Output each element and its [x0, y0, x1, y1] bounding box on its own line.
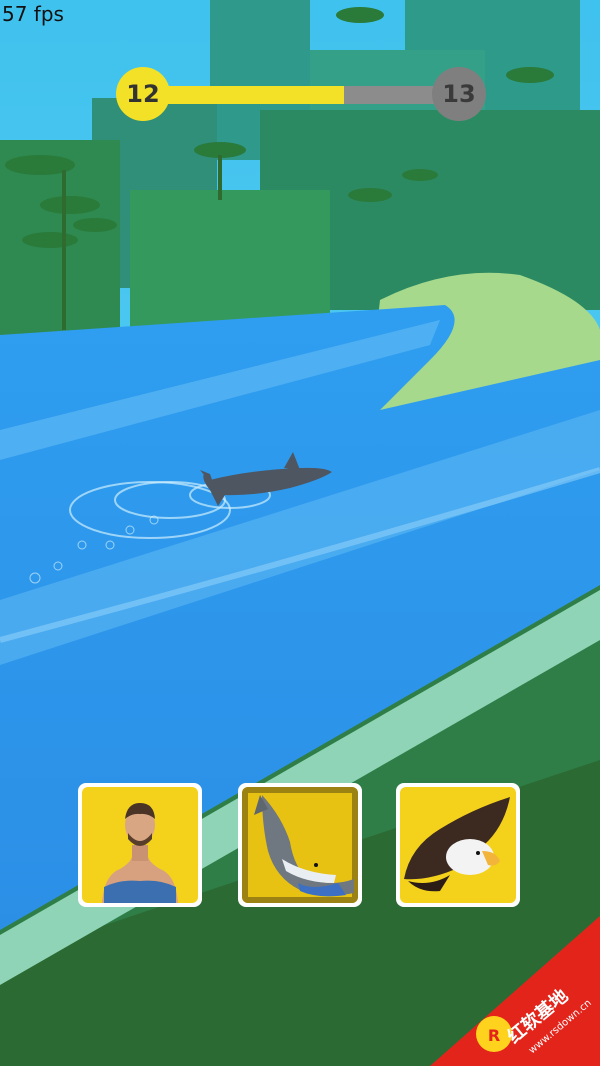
eagle-icon [404, 797, 510, 892]
fps-counter: 57 fps [2, 2, 64, 26]
progress-fill [142, 86, 345, 104]
svg-text:R: R [488, 1026, 500, 1045]
level-progress: 12 13 [116, 67, 486, 121]
current-level-badge: 12 [116, 67, 170, 121]
game-screen: 57 fps 12 13 R 红软基地 www.rsdown.cn [0, 0, 600, 1066]
transform-selector [78, 783, 524, 911]
human-form-button[interactable] [78, 783, 202, 907]
watermark: R 红软基地 www.rsdown.cn [430, 916, 600, 1066]
shark-form-button[interactable] [238, 783, 362, 907]
next-level-badge: 13 [432, 67, 486, 121]
shark-icon [254, 795, 354, 897]
progress-track [142, 86, 458, 104]
human-icon [102, 803, 178, 903]
eagle-form-button[interactable] [396, 783, 520, 907]
